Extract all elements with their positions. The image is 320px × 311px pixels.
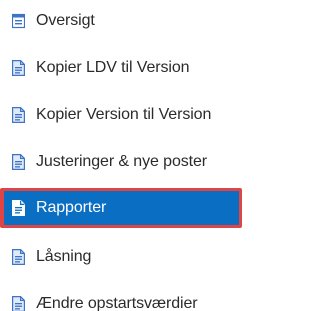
menu-item-aendre-opstartsvaerdier[interactable]: Ændre opstartsværdier: [0, 284, 242, 311]
menu-item-label: Kopier Version til Version: [36, 106, 212, 123]
document-icon: [12, 296, 25, 311]
navigation-menu: Oversigt Kopier LDV til Version Kopier V: [0, 0, 242, 311]
menu-item-rapporter[interactable]: Rapporter: [0, 188, 242, 228]
document-icon: [12, 154, 25, 170]
menu-item-label: Justeringer & nye poster: [36, 153, 208, 170]
menu-item-label: Oversigt: [36, 12, 95, 29]
menu-item-justeringer-og-nye-poster[interactable]: Justeringer & nye poster: [0, 142, 242, 180]
menu-item-oversigt[interactable]: Oversigt: [0, 1, 242, 39]
document-icon: [12, 107, 25, 123]
document-icon: [12, 60, 25, 76]
menu-item-label: Låsning: [36, 248, 92, 265]
overview-icon: [12, 13, 25, 29]
document-icon: [12, 249, 25, 265]
menu-item-laasning[interactable]: Låsning: [0, 237, 242, 275]
menu-item-label: Rapporter: [36, 199, 107, 216]
menu-item-label: Kopier LDV til Version: [36, 59, 190, 76]
menu-item-kopier-ldv-til-version[interactable]: Kopier LDV til Version: [0, 48, 242, 86]
menu-item-kopier-version-til-version[interactable]: Kopier Version til Version: [0, 95, 242, 133]
document-icon: [12, 200, 25, 216]
menu-item-label: Ændre opstartsværdier: [36, 295, 198, 311]
